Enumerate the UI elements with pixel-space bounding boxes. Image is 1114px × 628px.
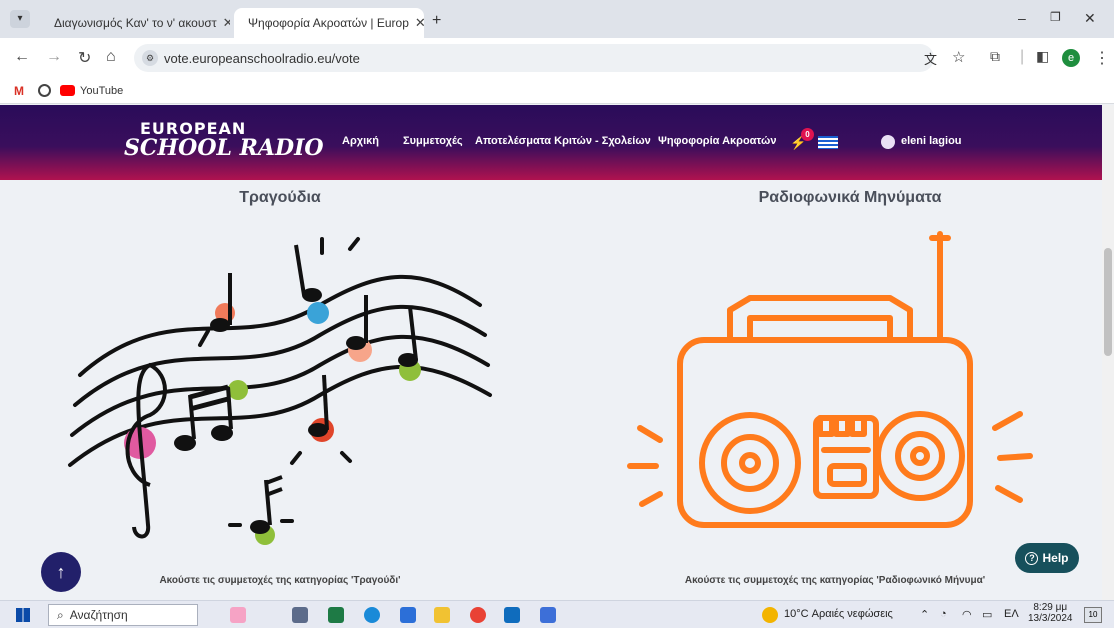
restore-icon[interactable]: ❐ (1050, 10, 1061, 24)
help-button[interactable]: ? Help (1015, 543, 1079, 573)
caption-songs: Ακούστε τις συμμετοχές της κατηγορίας 'Τ… (159, 575, 401, 586)
translate-icon[interactable]: 文 (924, 49, 937, 68)
caption-radio-messages: Ακούστε τις συμμετοχές της κατηγορίας 'Ρ… (684, 575, 986, 586)
chrome-icon[interactable] (470, 607, 486, 623)
address-bar: ← → ↻ ⌂ ⚙ vote.europeanschoolradio.eu/vo… (0, 38, 1114, 78)
help-label: Help (1042, 551, 1069, 565)
site-info-icon[interactable]: ⚙ (142, 50, 158, 66)
clock[interactable]: 8:29 μμ 13/3/2024 (1028, 602, 1073, 624)
bookmark-star-icon[interactable]: ☆ (952, 48, 965, 66)
taskbar-search-field[interactable]: ⌕ Αναζήτηση (48, 604, 198, 626)
edge-icon[interactable] (364, 607, 380, 623)
menu-icon[interactable]: ⋮ (1094, 48, 1110, 68)
tab-contest[interactable]: Διαγωνισμός Καν' το ν' ακουστ ✕ (40, 8, 230, 38)
tab-vote[interactable]: Ψηφοφορία Ακροατών | Europ ✕ (234, 8, 424, 38)
back-icon[interactable]: ← (14, 48, 30, 66)
profile-avatar[interactable]: e (1062, 49, 1080, 67)
user-name[interactable]: eleni lagiou (901, 135, 962, 147)
close-window-icon[interactable]: ✕ (1084, 10, 1096, 27)
radio-boombox-illustration[interactable] (620, 228, 1050, 548)
weather-text[interactable]: 10°C Αραιές νεφώσεις (784, 608, 893, 620)
calendar-app-icon[interactable] (540, 607, 556, 623)
nav-vote[interactable]: Ψηφοφορία Ακροατών (658, 135, 776, 147)
site-header: EUROPEAN SCHOOL RADIO Αρχική Συμμετοχές … (0, 105, 1102, 180)
clock-time: 8:29 μμ (1033, 602, 1068, 613)
music-notes-illustration[interactable] (60, 225, 500, 555)
mail-icon[interactable] (504, 607, 520, 623)
battery-icon[interactable]: ▭ (982, 608, 992, 621)
close-tab-icon[interactable]: ✕ (415, 15, 424, 31)
file-explorer-icon[interactable] (434, 607, 450, 623)
extensions-icon[interactable]: ⧉ (990, 48, 1000, 65)
wifi-icon[interactable]: ◠ (962, 608, 972, 621)
url-text: vote.europeanschoolradio.eu/vote (164, 50, 360, 66)
nav-home[interactable]: Αρχική (342, 135, 379, 147)
gmail-icon[interactable]: M (14, 84, 24, 98)
windows-taskbar: ⌕ Αναζήτηση 10°C Αραιές νεφώσεις ⌃ ◔ ◠ ▭… (0, 600, 1114, 628)
forward-icon[interactable]: → (46, 48, 62, 66)
browser-tab-bar: ▾ Διαγωνισμός Καν' το ν' ακουστ ✕ Ψηφοφο… (0, 0, 1114, 38)
taskbar-search-placeholder: Αναζήτηση (69, 608, 128, 622)
reload-icon[interactable]: ↻ (78, 48, 91, 68)
tab-search-button[interactable]: ▾ (10, 10, 30, 28)
language-indicator[interactable]: ΕΛ (1004, 608, 1019, 620)
scroll-to-top-button[interactable]: ↑ (41, 552, 81, 592)
url-field[interactable]: ⚙ vote.europeanschoolradio.eu/vote 文 ☆ (134, 44, 965, 72)
flamingo-widget-icon[interactable] (230, 607, 246, 623)
tab-title: Ψηφοφορία Ακροατών | Europ (248, 16, 409, 30)
network-icon[interactable]: ◔ (940, 608, 947, 620)
new-tab-icon[interactable]: + (432, 12, 441, 30)
bookmarks-bar: M YouTube (0, 78, 1114, 104)
help-icon: ? (1025, 551, 1039, 565)
bookmark-youtube[interactable]: YouTube (80, 85, 123, 97)
search-icon: ⌕ (57, 607, 64, 622)
close-tab-icon[interactable]: ✕ (223, 15, 230, 31)
nav-entries[interactable]: Συμμετοχές (403, 135, 463, 147)
store-icon[interactable] (400, 607, 416, 623)
section-title-radio-messages: Ραδιοφωνικά Μηνύματα (758, 189, 942, 206)
globe-icon[interactable] (38, 84, 51, 97)
task-view-icon[interactable] (292, 607, 308, 623)
notification-center-icon[interactable]: 10 (1084, 607, 1102, 623)
youtube-icon (60, 85, 75, 96)
home-icon[interactable]: ⌂ (106, 48, 116, 66)
scrollbar-thumb[interactable] (1104, 248, 1112, 356)
tab-title: Διαγωνισμός Καν' το ν' ακουστ (54, 16, 217, 30)
weather-icon (762, 607, 778, 623)
greek-flag-icon[interactable] (818, 136, 838, 149)
notification-badge: 0 (801, 128, 814, 141)
separator: | (1020, 48, 1025, 65)
sidebar-icon[interactable]: ◧ (1036, 48, 1049, 65)
user-avatar[interactable] (881, 135, 895, 149)
windows-start-icon[interactable] (16, 608, 30, 622)
tray-chevron-icon[interactable]: ⌃ (920, 608, 929, 621)
clock-date: 13/3/2024 (1028, 613, 1073, 624)
minimize-icon[interactable]: – (1018, 10, 1026, 26)
section-title-songs: Τραγούδια (239, 189, 321, 206)
excel-icon[interactable] (328, 607, 344, 623)
nav-results[interactable]: Αποτελέσματα Κριτών - Σχολείων (475, 135, 651, 147)
logo-bottom-text[interactable]: SCHOOL RADIO (124, 135, 324, 161)
